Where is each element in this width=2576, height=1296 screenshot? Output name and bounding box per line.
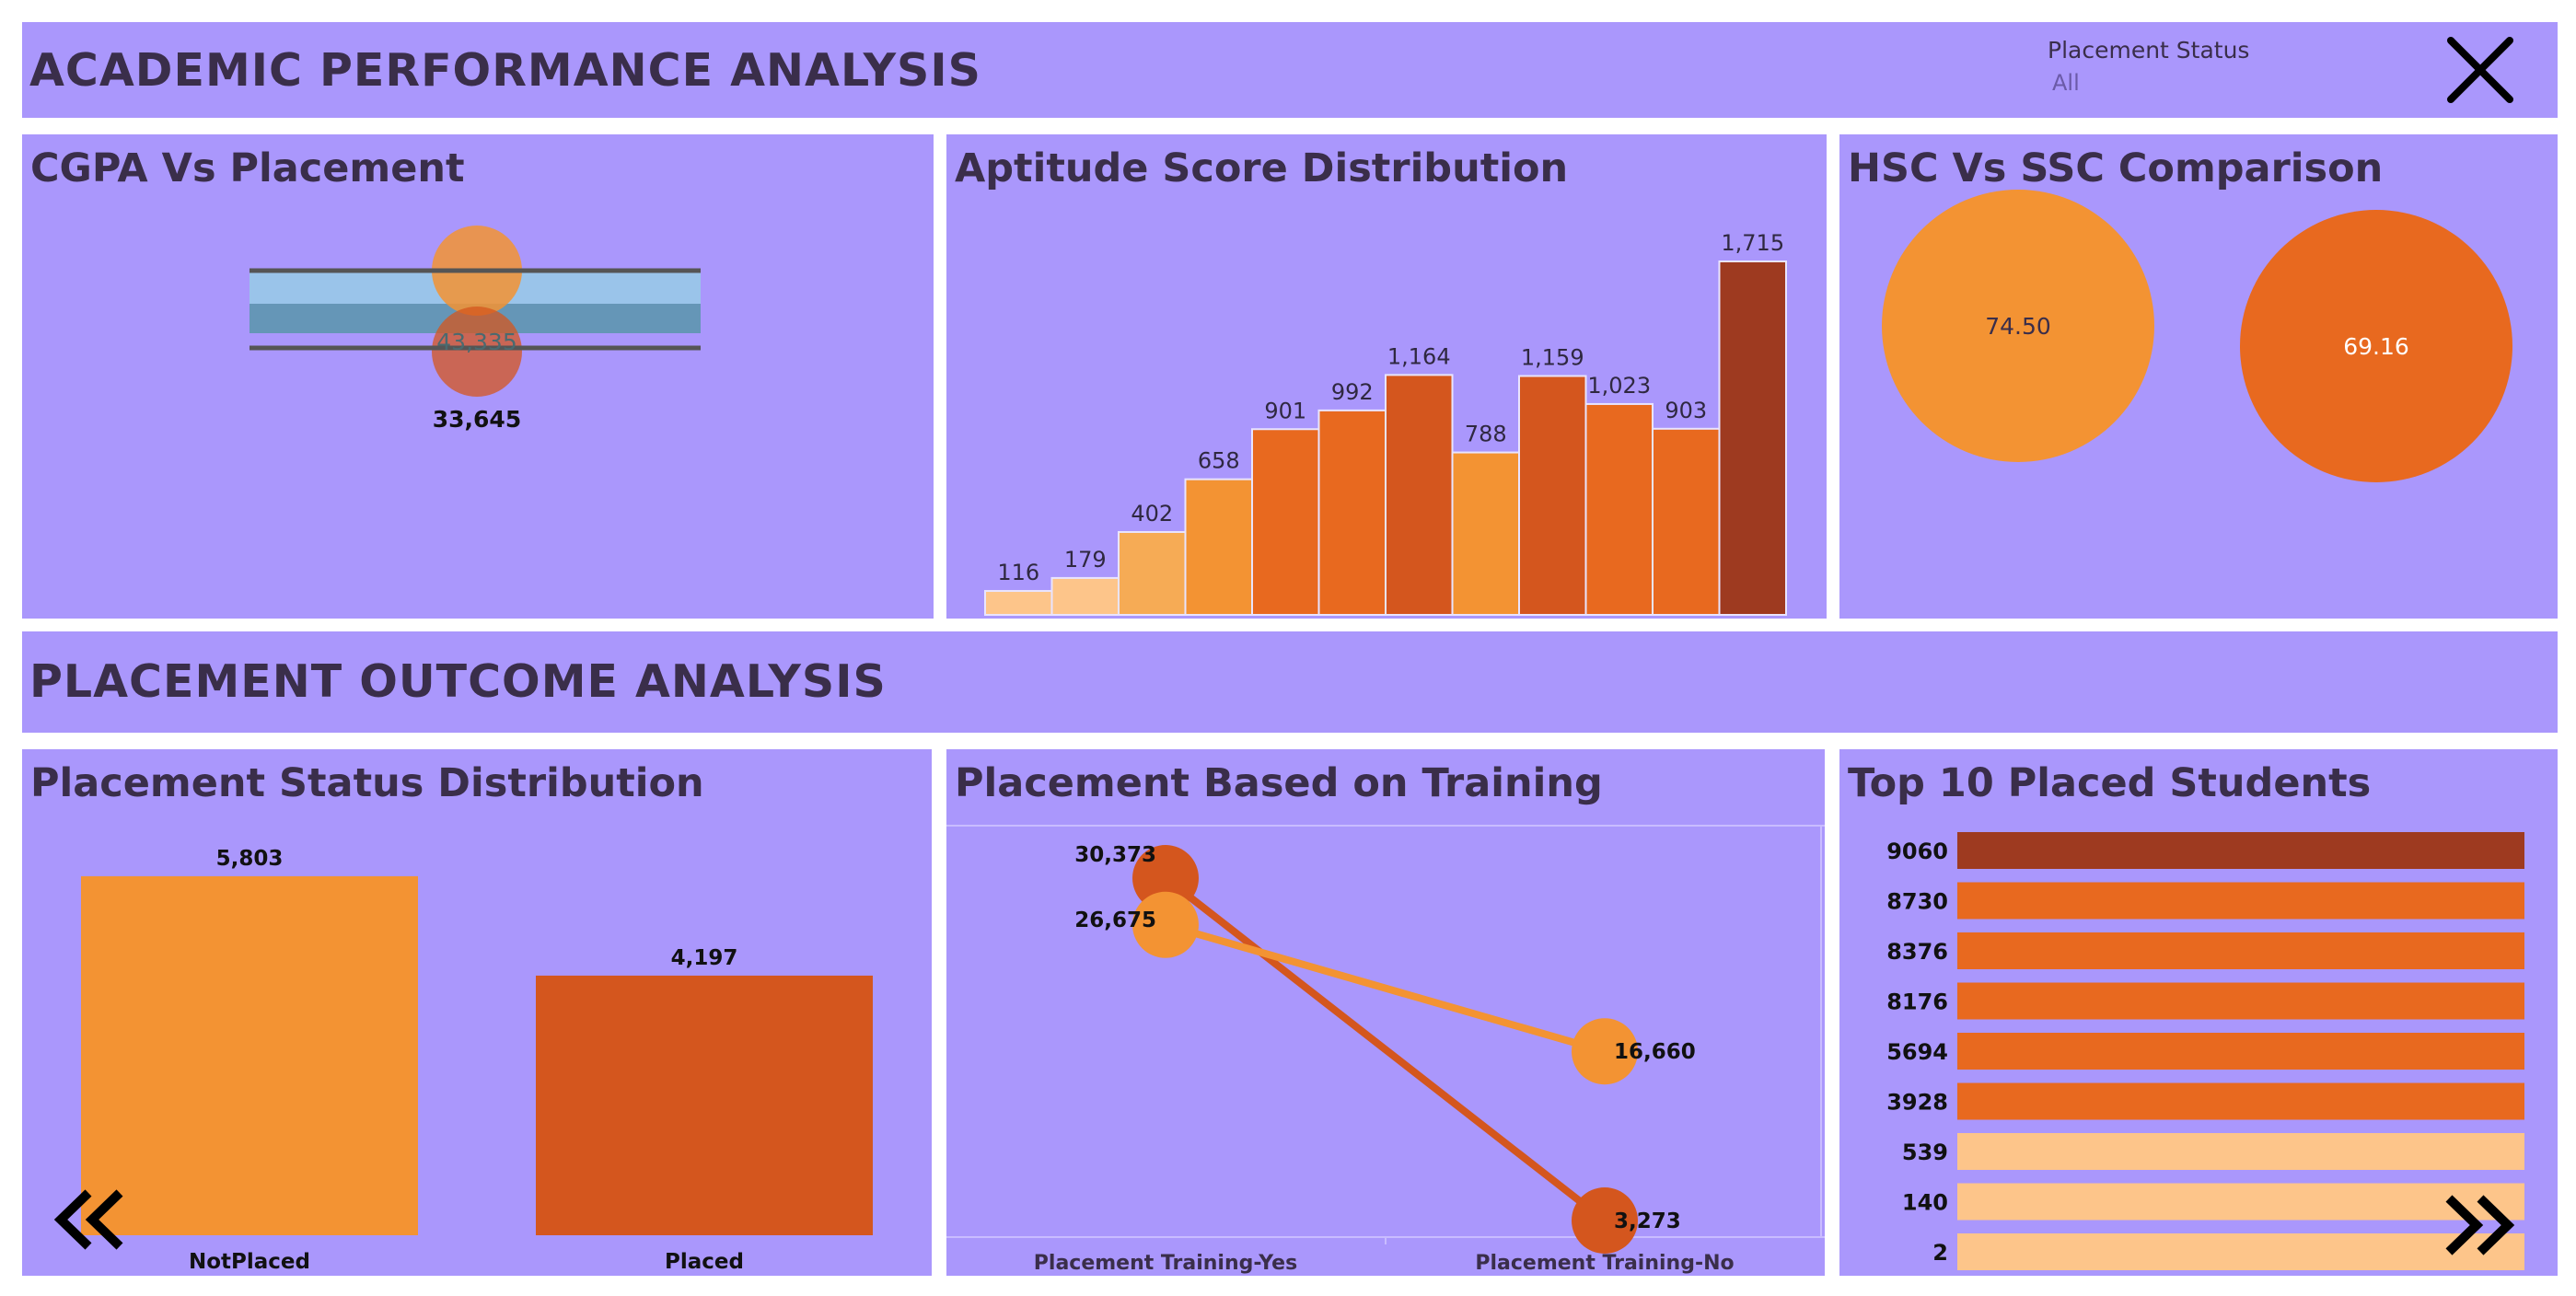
section2-panel: PLACEMENT OUTCOME ANALYSIS — [22, 631, 2558, 733]
top10-row-label: 140 — [1902, 1190, 1948, 1216]
header-panel: ACADEMIC PERFORMANCE ANALYSIS Placement … — [22, 22, 2558, 118]
top10-row-label: 8176 — [1886, 989, 1948, 1015]
status-category-label: NotPlaced — [189, 1250, 310, 1274]
top10-row-label: 5694 — [1886, 1039, 1948, 1065]
aptitude-bar-label: 658 — [1198, 448, 1240, 474]
top10-bar — [1957, 1033, 2524, 1070]
aptitude-bar-label: 179 — [1064, 547, 1107, 573]
status-chart: 5,803 NotPlaced 4,197 Placed — [81, 847, 873, 1274]
ssc-value-label: 69.16 — [2343, 333, 2409, 360]
status-category-label: Placed — [665, 1250, 744, 1274]
training-point-label: 3,273 — [1614, 1209, 1681, 1233]
status-bar-label: 5,803 — [216, 847, 284, 871]
top10-row-label: 9060 — [1886, 839, 1948, 864]
aptitude-bar — [1251, 428, 1320, 617]
aptitude-bar-label: 992 — [1331, 379, 1374, 405]
status-bar — [536, 975, 873, 1235]
training-series-line — [1163, 874, 1607, 1224]
training-category-label: Placement Training-Yes — [1034, 1252, 1297, 1275]
top10-row-label: 8730 — [1886, 889, 1948, 915]
aptitude-panel: Aptitude Score Distribution 116 179 402 658… — [946, 134, 1827, 619]
page-title: ACADEMIC PERFORMANCE ANALYSIS — [29, 44, 981, 97]
close-icon[interactable] — [2443, 33, 2517, 107]
aptitude-bar — [1317, 409, 1387, 616]
aptitude-bar-label: 901 — [1264, 398, 1306, 423]
aptitude-bar — [1584, 402, 1654, 617]
aptitude-bar-label: 788 — [1465, 422, 1507, 447]
cgpa-label-upper: 43,335 — [436, 329, 516, 355]
aptitude-bar — [984, 590, 1053, 617]
top10-bar — [1957, 832, 2524, 869]
double-chevron-left-icon[interactable] — [52, 1187, 134, 1252]
aptitude-bar — [1050, 576, 1120, 616]
training-point-label: 30,373 — [1074, 843, 1156, 867]
training-series-line — [1164, 920, 1607, 1056]
top10-row-label: 8376 — [1886, 939, 1948, 965]
aptitude-bar — [1184, 478, 1253, 616]
status-bar — [81, 876, 418, 1235]
hsc-ssc-chart: 74.50 69.16 — [1882, 190, 2512, 482]
training-chart: 30,373 3,273 26,675 16,660 Placement Trainin… — [946, 825, 1825, 1275]
placement-status-filter-label: Placement Status — [2048, 37, 2250, 64]
top10-bar — [1957, 932, 2524, 969]
top10-row-label: 3928 — [1886, 1090, 1948, 1116]
top10-bar — [1957, 982, 2524, 1020]
training-panel: Placement Based on Training 30,373 3,273 2… — [946, 749, 1825, 1276]
cgpa-label-lower: 33,645 — [433, 406, 521, 433]
aptitude-bar — [1518, 375, 1587, 616]
aptitude-bar — [1652, 427, 1721, 617]
placement-status-filter[interactable]: All — [2052, 70, 2080, 96]
aptitude-bar-label: 903 — [1665, 398, 1707, 423]
aptitude-bar-label: 1,164 — [1387, 343, 1451, 369]
aptitude-bar-label: 116 — [997, 560, 1039, 585]
aptitude-chart: 116 179 402 658 901 992 1,164 788 1,1591,023 903 1… — [984, 230, 1787, 617]
aptitude-bar — [1385, 374, 1454, 616]
cgpa-panel: CGPA Vs Placement 43,335 33,645 — [22, 134, 934, 619]
aptitude-bar — [1451, 451, 1520, 616]
cgpa-chart: 43,335 33,645 — [249, 226, 701, 433]
training-point-label: 16,660 — [1614, 1040, 1696, 1064]
top10-bar — [1957, 1082, 2524, 1120]
top10-row-label: 2 — [1932, 1240, 1948, 1266]
top10-bar — [1957, 882, 2524, 920]
status-bar-label: 4,197 — [671, 946, 738, 970]
status-panel: Placement Status Distribution 5,803 NotPl… — [22, 749, 932, 1276]
section2-title: PLACEMENT OUTCOME ANALYSIS — [29, 655, 887, 708]
aptitude-bar-label: 1,159 — [1521, 344, 1584, 370]
training-point-label: 26,675 — [1074, 908, 1156, 932]
double-chevron-right-icon[interactable] — [2440, 1193, 2523, 1257]
training-category-label: Placement Training-No — [1475, 1252, 1734, 1275]
aptitude-bar — [1118, 530, 1187, 616]
top10-bar — [1957, 1133, 2524, 1170]
aptitude-bar — [1718, 260, 1787, 616]
hsc-ssc-panel: HSC Vs SSC Comparison 74.50 69.16 — [1839, 134, 2558, 619]
aptitude-bar-label: 1,023 — [1587, 373, 1651, 399]
top10-row-label: 539 — [1902, 1140, 1948, 1165]
aptitude-bar-label: 402 — [1131, 501, 1173, 526]
hsc-value-label: 74.50 — [1985, 313, 2051, 340]
aptitude-bar-label: 1,715 — [1721, 230, 1784, 256]
